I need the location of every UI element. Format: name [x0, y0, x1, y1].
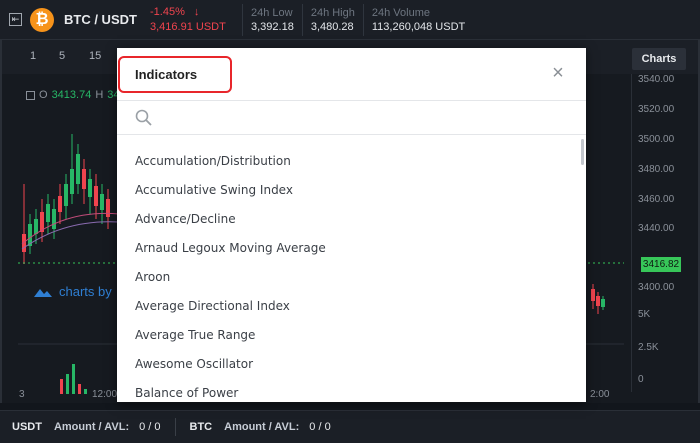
collapse-sidebar-icon[interactable]: ⇤ [9, 13, 22, 26]
cloud-logo-icon [34, 288, 52, 297]
price-tick: 3460.00 [638, 194, 675, 205]
balance-currency: BTC [189, 421, 213, 433]
timeframe-1[interactable]: 1 [30, 50, 36, 62]
balance-value: 0 / 0 [139, 421, 161, 433]
indicator-item[interactable]: Aroon [117, 263, 586, 292]
indicator-item[interactable]: Awesome Oscillator [117, 350, 586, 379]
indicator-item[interactable]: Average True Range [117, 321, 586, 350]
search-input[interactable] [161, 107, 561, 129]
price-change: -1.45% ↓ [150, 5, 242, 20]
price-tick: 3480.00 [638, 164, 675, 175]
price-tick: 3440.00 [638, 223, 675, 234]
volume-tick: 2.5K [638, 342, 659, 353]
indicator-item[interactable]: Arnaud Legoux Moving Average [117, 234, 586, 263]
stat-24h-volume: 24h Volume 113,260,048 USDT [362, 3, 473, 36]
stat-24h-low: 24h Low 3,392.18 [242, 3, 302, 36]
time-label: 3 [19, 389, 25, 400]
price-tick: 3520.00 [638, 104, 675, 115]
stat-label: 24h High [310, 6, 355, 19]
dialog-header: Indicators × [117, 48, 586, 101]
trading-pair[interactable]: BTC / USDT [64, 12, 144, 27]
down-arrow-icon: ↓ [193, 5, 200, 18]
balance-currency: USDT [12, 421, 42, 433]
watermark-text: charts by [59, 284, 112, 299]
price-tick: 3400.00 [638, 282, 675, 293]
stat-value: 3,480.28 [310, 20, 354, 33]
tradingview-watermark[interactable]: charts by [32, 284, 112, 299]
volume-tick: 5K [638, 309, 651, 320]
indicator-item[interactable]: Accumulative Swing Index [117, 176, 586, 205]
indicator-list: Accumulation/Distribution Accumulative S… [117, 147, 586, 402]
search-icon [135, 109, 152, 126]
price-tick: 3540.00 [638, 74, 675, 85]
balance-label: Amount / AVL: [224, 421, 300, 433]
time-label: 12:00 [92, 389, 118, 400]
balance-label: Amount / AVL: [53, 421, 130, 433]
stat-label: 24h Volume [371, 6, 430, 19]
timeframe-15[interactable]: 15 [89, 50, 101, 62]
left-candles [21, 134, 120, 264]
balance-bar: USDT Amount / AVL: 0 / 0 BTC Amount / AV… [0, 410, 700, 443]
stat-value: 3,392.18 [251, 20, 294, 33]
stat-value: 113,260,048 USDT [371, 20, 466, 33]
market-header: ⇤ ₿ BTC / USDT -1.45% ↓ 3,416.91 USDT 24… [0, 0, 700, 40]
price-block: -1.45% ↓ 3,416.91 USDT [150, 5, 242, 35]
indicator-item[interactable]: Advance/Decline [117, 205, 586, 234]
current-price-tag: 3416.82 [641, 257, 681, 272]
timeframe-5[interactable]: 5 [59, 50, 65, 62]
stat-label: 24h Low [251, 6, 293, 19]
price-axis[interactable]: 3540.00 3520.00 3500.00 3480.00 3460.00 … [631, 74, 695, 392]
search-row [117, 101, 586, 135]
volume-tick: 0 [638, 374, 644, 385]
indicator-item[interactable]: Average Directional Index [117, 292, 586, 321]
charts-tab[interactable]: Charts [632, 48, 686, 70]
price-change-value: -1.45% [150, 5, 185, 18]
close-icon[interactable]: × [548, 63, 568, 83]
indicators-dialog: Indicators × Accumulation/Distribution A… [117, 48, 586, 402]
price-tick: 3500.00 [638, 134, 675, 145]
last-price: 3,416.91 USDT [150, 20, 226, 33]
right-candles [591, 284, 605, 314]
stat-24h-high: 24h High 3,480.28 [301, 3, 363, 36]
bitcoin-logo-icon: ₿ [30, 7, 54, 32]
dialog-title: Indicators [135, 67, 198, 82]
balance-divider [174, 418, 176, 436]
time-label: 2:00 [590, 389, 610, 400]
indicator-item[interactable]: Balance of Power [117, 379, 586, 402]
indicator-item[interactable]: Accumulation/Distribution [117, 147, 586, 176]
balance-value: 0 / 0 [309, 421, 331, 433]
